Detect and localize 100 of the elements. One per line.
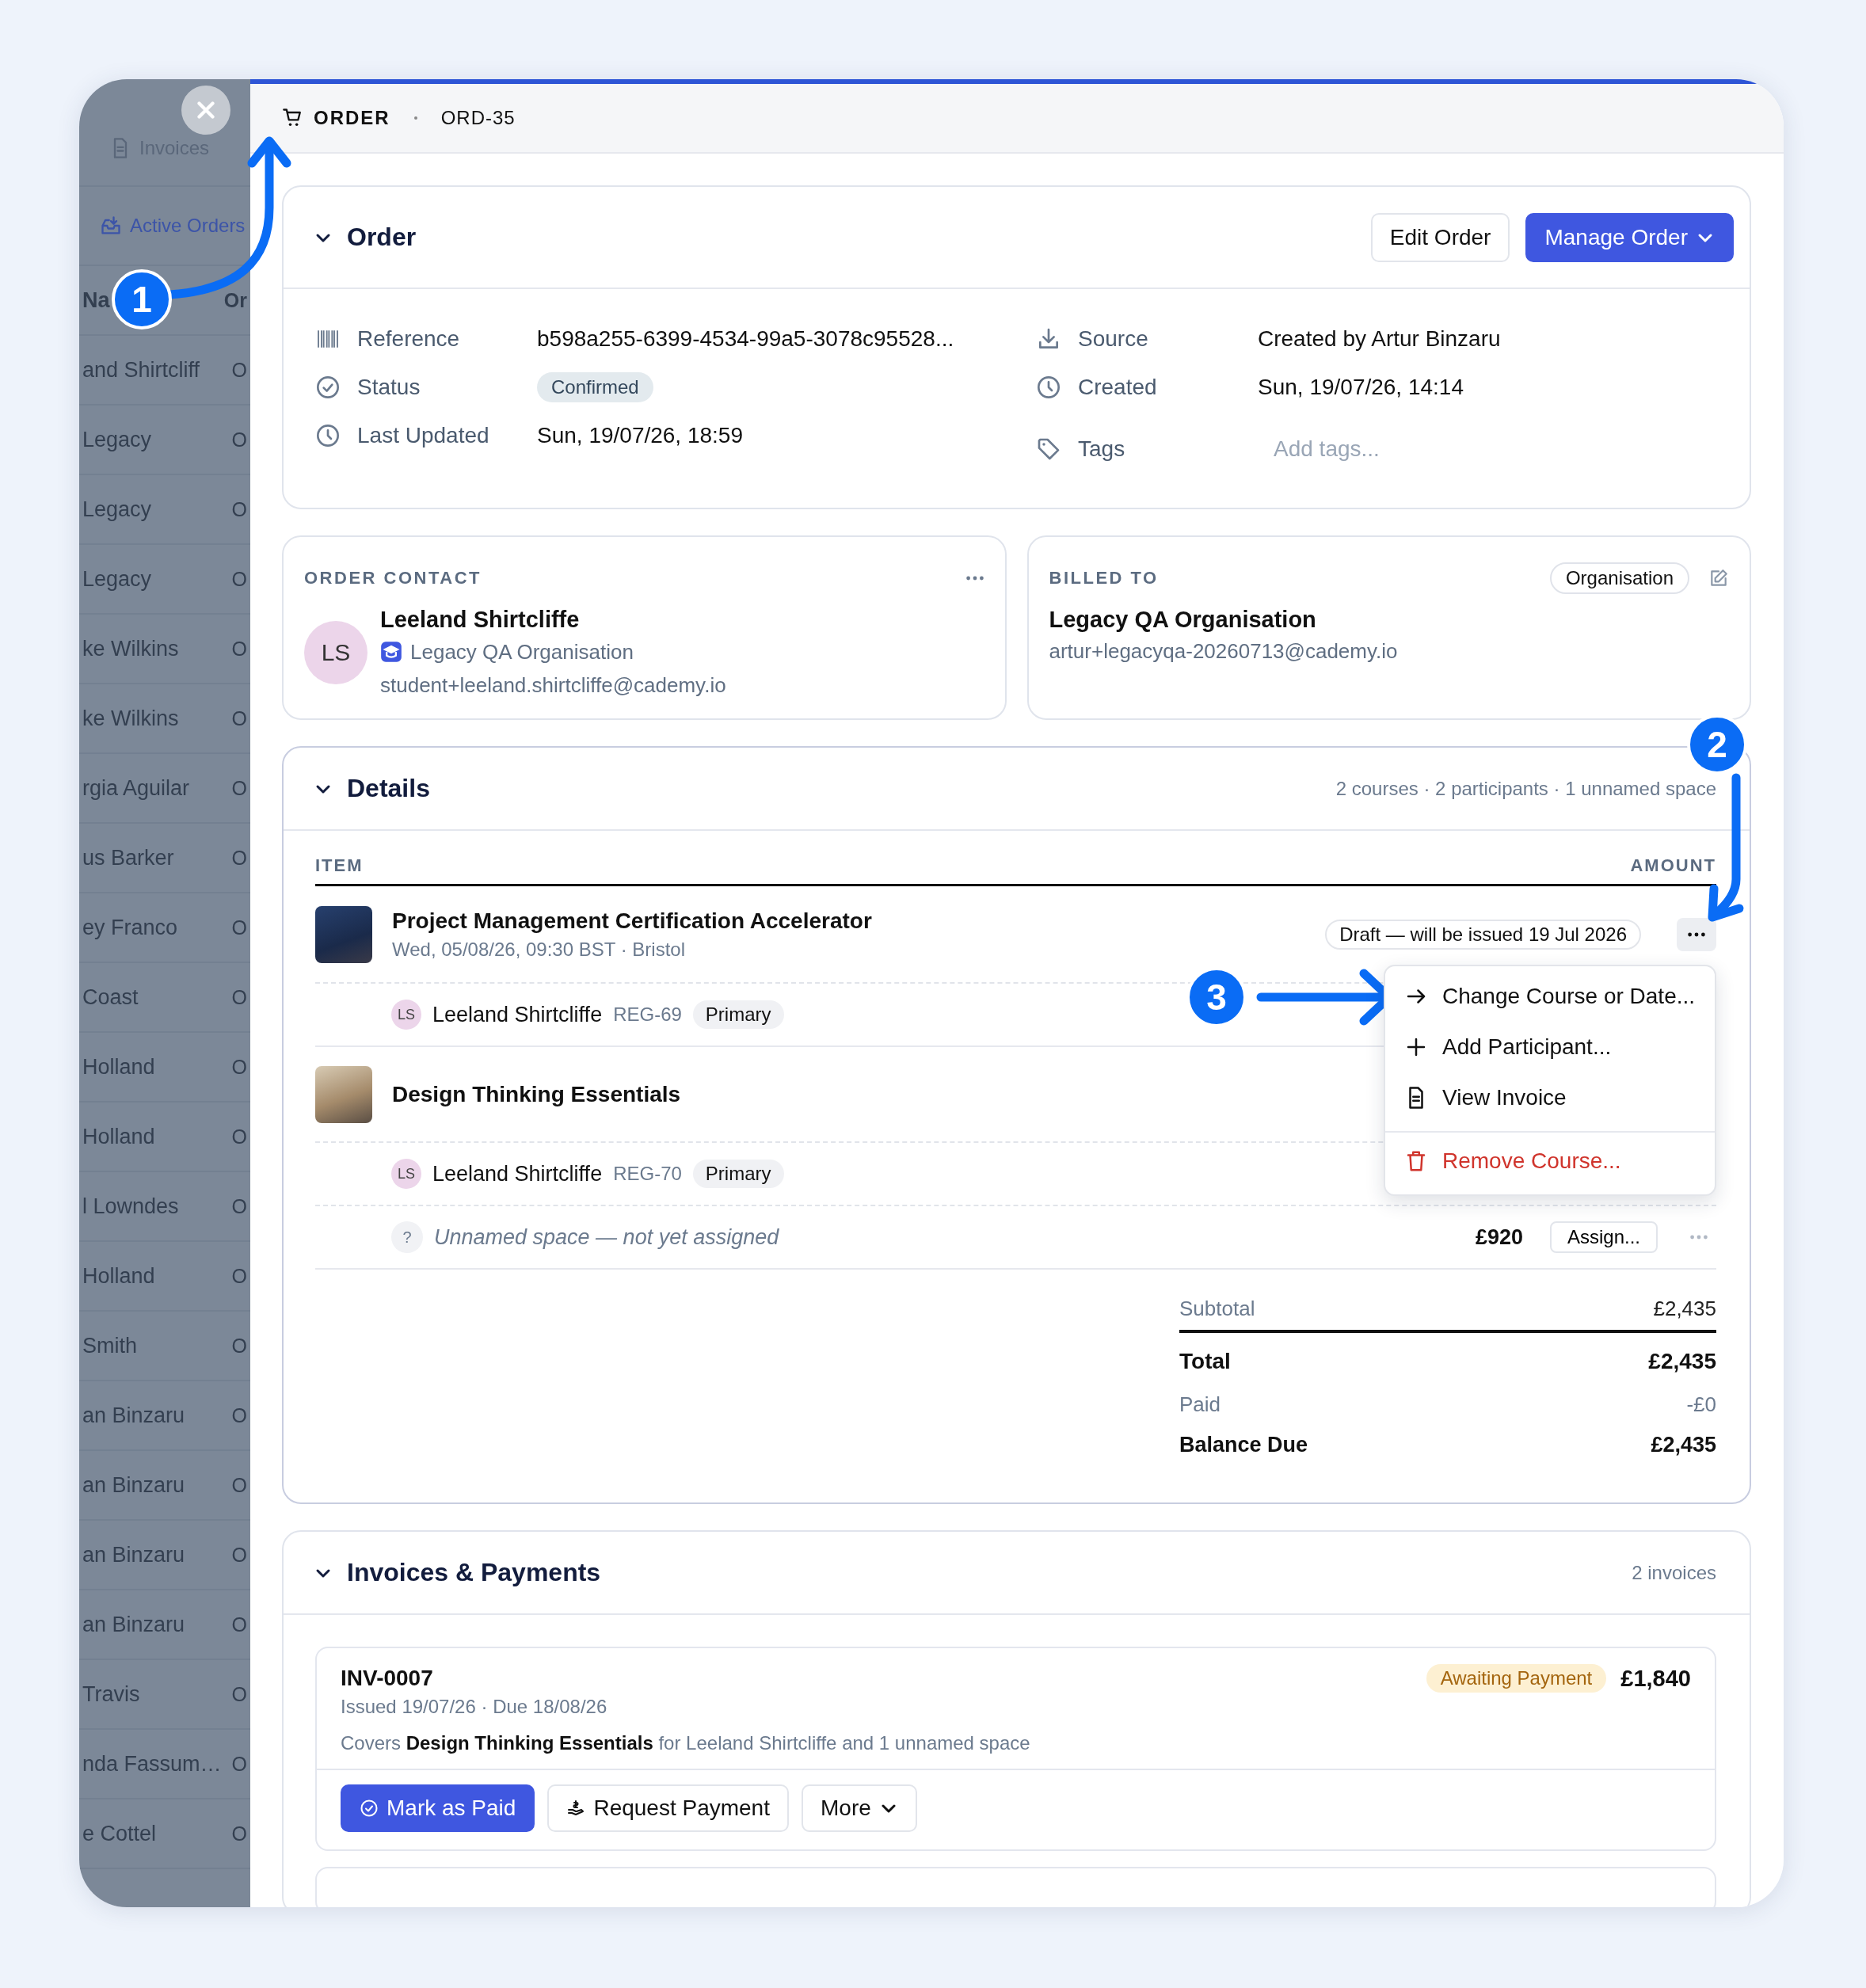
field-value: Sun, 19/07/26, 18:59 (537, 422, 744, 448)
table-cell-text: nda Fassum… (82, 1751, 222, 1777)
table-cell-text: Legacy (82, 566, 152, 592)
table-cell-text: ey Franco (82, 915, 178, 940)
billing-name: Legacy QA Organisation (1049, 606, 1317, 634)
hand-coin-icon (566, 1799, 586, 1818)
table-cell: O (231, 1543, 247, 1567)
column-header: Or (223, 288, 247, 312)
more-button[interactable]: More (802, 1784, 917, 1832)
total-label: Subtotal (1179, 1296, 1255, 1321)
field-label: Created (1078, 374, 1158, 400)
table-cell-text: Coast (82, 984, 139, 1010)
table-cell: O (231, 706, 247, 730)
organisation-icon (380, 641, 402, 663)
table-cell-text: an Binzaru (82, 1612, 185, 1637)
record-type: ORDER (314, 107, 390, 129)
invoice-dates: Issued 19/07/26 · Due 18/08/26 (341, 1696, 608, 1718)
inbox-icon (100, 215, 122, 237)
total-label: Total (1179, 1349, 1231, 1374)
invoice-description: Covers Design Thinking Essentials for Leeland Shirtcliffe and 1 unnamed space (341, 1732, 1031, 1754)
total-value: £2,435 (1651, 1432, 1716, 1457)
table-cell-text: l Lowndes (82, 1194, 179, 1219)
avatar: LS (391, 1159, 421, 1189)
table-cell-text: e Cottel (82, 1821, 157, 1846)
section-summary: 2 courses · 2 participants · 1 unnamed space (1335, 777, 1716, 800)
section-title: Order (347, 223, 417, 252)
course-title: Design Thinking Essentials (392, 1081, 681, 1107)
table-cell-text: Holland (82, 1124, 155, 1149)
mark-paid-button[interactable]: Mark as Paid (341, 1784, 535, 1832)
status-badge: Awaiting Payment (1426, 1664, 1607, 1693)
table-cell: O (231, 497, 247, 521)
check-circle-icon (315, 374, 341, 400)
field-label: Tags (1078, 436, 1126, 462)
order-id: ORD-35 (440, 107, 516, 129)
field-value: b598a255-6399-4534-99a5-3078c95528... (537, 326, 955, 352)
table-cell: O (231, 985, 247, 1009)
total-label: Balance Due (1179, 1432, 1308, 1457)
invoice-amount: £1,840 (1620, 1665, 1691, 1692)
table-cell: O (231, 1055, 247, 1079)
table-cell: O (231, 1682, 247, 1706)
section-title: Invoices & Payments (347, 1558, 601, 1587)
table-cell: O (231, 846, 247, 870)
table-cell: O (231, 916, 247, 939)
contact-name: Leeland Shirtcliffe (380, 606, 581, 634)
unassigned-text: Unnamed space — not yet assigned (434, 1224, 780, 1250)
registration-id: REG-69 (613, 1004, 682, 1026)
table-cell: O (231, 358, 247, 382)
total-label: Paid (1179, 1392, 1221, 1417)
more-icon[interactable] (965, 576, 984, 581)
table-cell: O (231, 1473, 247, 1497)
menu-button[interactable]: Manage Order (1525, 212, 1734, 262)
callout-badge: 1 (112, 269, 172, 329)
table-cell: O (231, 428, 247, 451)
edit-icon[interactable] (1708, 568, 1729, 588)
table-cell-text: Travis (82, 1681, 140, 1707)
table-cell: O (231, 1613, 247, 1636)
table-cell: O (231, 1334, 247, 1358)
field-label: Status (357, 374, 421, 400)
table-cell: O (231, 1125, 247, 1148)
more-button[interactable] (1677, 917, 1716, 951)
status-badge: Draft — will be issued 19 Jul 2026 (1325, 919, 1641, 950)
table-cell-text: an Binzaru (82, 1472, 185, 1498)
clock-icon (1036, 374, 1061, 400)
placeholder-avatar: ? (391, 1221, 423, 1253)
table-cell: O (231, 1403, 247, 1427)
edit-button[interactable]: Edit Order (1370, 212, 1510, 262)
type-badge: Organisation (1549, 562, 1689, 594)
menu-item[interactable]: Change Course or Date... (1385, 971, 1715, 1022)
table-cell-text: Holland (82, 1263, 155, 1289)
participant-name: Leeland Shirtcliffe (432, 1002, 603, 1027)
check-circle-icon (360, 1799, 379, 1818)
more-icon (1687, 931, 1706, 937)
course-title: Project Management Certification Accelerator (392, 908, 872, 934)
status-badge: Confirmed (537, 371, 653, 402)
request-payment-button[interactable]: Request Payment (547, 1784, 789, 1832)
menu-item[interactable]: View Invoice (1385, 1072, 1715, 1123)
organisation-name: Legacy QA Organisation (410, 639, 634, 665)
assign-button[interactable]: Assign... (1549, 1221, 1658, 1253)
table-cell-text: Holland (82, 1054, 155, 1080)
tags-input[interactable]: Add tags... (1258, 436, 1495, 462)
table-cell-text: Smith (82, 1333, 138, 1358)
table-cell: O (231, 1194, 247, 1218)
clock-icon (315, 422, 341, 448)
field-value: Created by Artur Binzaru (1258, 326, 1502, 352)
table-cell-text: ke Wilkins (82, 636, 179, 661)
field-value: Sun, 19/07/26, 14:14 (1258, 374, 1464, 400)
table-cell: O (231, 637, 247, 661)
participant-name: Leeland Shirtcliffe (432, 1161, 603, 1186)
role-badge: Primary (692, 1000, 784, 1029)
field-label: Last Updated (357, 422, 490, 448)
menu-item[interactable]: Add Participant... (1385, 1022, 1715, 1072)
card-heading: ORDER CONTACT (304, 568, 482, 588)
column-header: ITEM (315, 855, 364, 876)
section-summary: 2 invoices (1632, 1561, 1716, 1584)
total-value: £2,435 (1653, 1296, 1716, 1321)
billing-email: artur+legacyqa-20260713@cademy.io (1049, 638, 1399, 665)
table-cell-text: and Shirtcliff (82, 357, 200, 383)
avatar: LS (391, 1000, 421, 1030)
card-heading: BILLED TO (1049, 568, 1159, 588)
table-cell-text: us Barker (82, 845, 174, 870)
